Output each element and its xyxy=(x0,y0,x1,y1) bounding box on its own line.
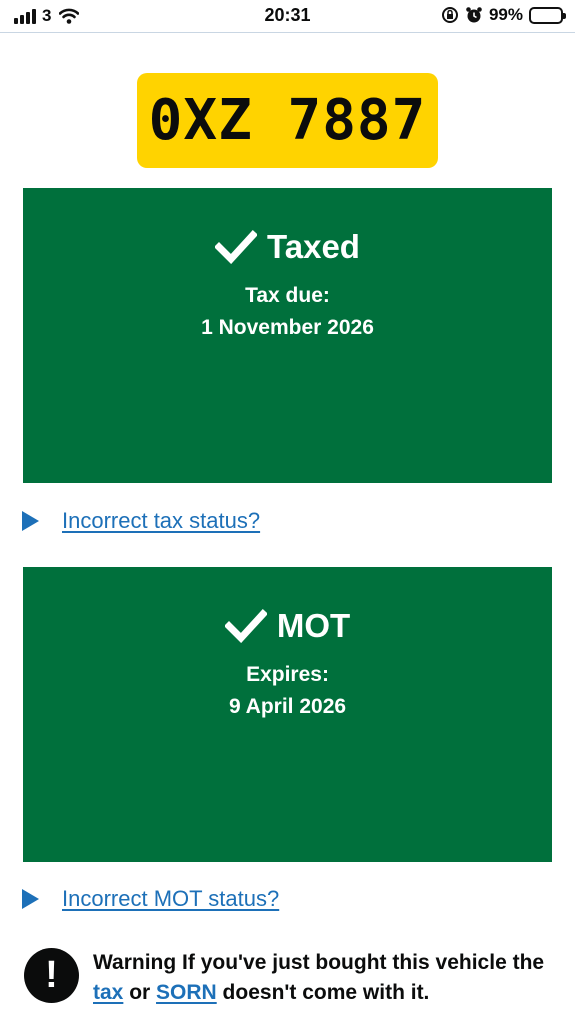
mot-status-heading: MOT xyxy=(23,607,552,645)
registration-number: 0XZ 7887 xyxy=(148,88,427,153)
mot-status-title: MOT xyxy=(276,607,351,644)
warning-text-middle: or xyxy=(123,981,157,1004)
incorrect-mot-status-details[interactable]: Incorrect MOT status? xyxy=(22,886,279,912)
mot-expires-label: Expires: xyxy=(246,663,329,686)
check-icon xyxy=(215,230,258,264)
warning-text-start: Warning If you've just bought this vehic… xyxy=(93,951,545,974)
warning-notice: ! Warning If you've just bought this veh… xyxy=(24,948,554,1008)
triangle-right-icon xyxy=(22,889,39,909)
triangle-right-icon xyxy=(22,511,39,531)
battery-icon xyxy=(529,6,566,24)
status-bar: 3 20:31 99% xyxy=(0,0,575,33)
warning-text-end: doesn't come with it. xyxy=(216,981,430,1004)
warning-icon: ! xyxy=(24,948,79,1003)
orientation-lock-icon xyxy=(441,7,458,23)
incorrect-tax-status-link[interactable]: Incorrect tax status? xyxy=(62,508,260,534)
incorrect-tax-status-details[interactable]: Incorrect tax status? xyxy=(22,508,260,534)
tax-link[interactable]: tax xyxy=(93,981,123,1004)
warning-text: Warning If you've just bought this vehic… xyxy=(93,948,554,1008)
mot-status-panel: MOT Expires: 9 April 2026 xyxy=(23,567,552,862)
tax-status-title: Taxed xyxy=(267,228,360,265)
status-bar-right: 99% xyxy=(441,5,566,25)
check-icon xyxy=(224,609,267,643)
tax-status-heading: Taxed xyxy=(23,228,552,266)
alarm-icon xyxy=(466,7,482,23)
mot-expiry-date: 9 April 2026 xyxy=(228,695,347,718)
tax-status-panel: Taxed Tax due: 1 November 2026 xyxy=(23,188,552,483)
tax-due-label: Tax due: xyxy=(245,284,330,307)
battery-percent: 99% xyxy=(488,5,523,24)
registration-plate: 0XZ 7887 xyxy=(137,73,438,168)
incorrect-mot-status-link[interactable]: Incorrect MOT status? xyxy=(62,886,279,912)
sorn-link[interactable]: SORN xyxy=(156,981,217,1004)
tax-due-date: 1 November 2026 xyxy=(201,316,374,339)
